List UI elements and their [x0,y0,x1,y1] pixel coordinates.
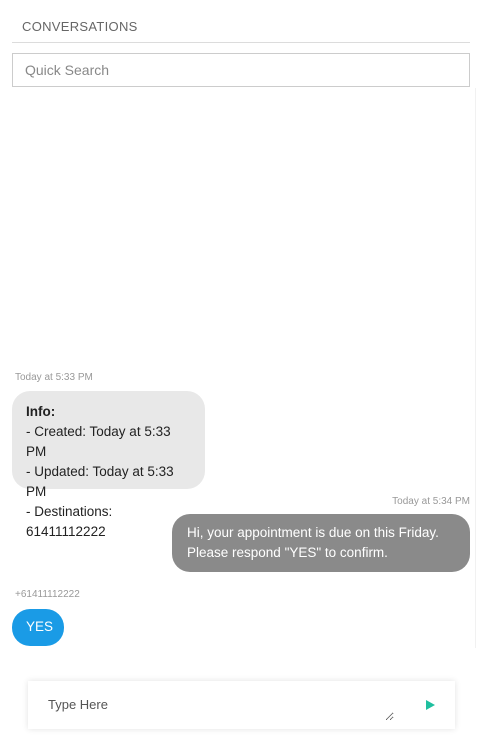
panel-title: CONVERSATIONS [22,19,138,34]
panel-header: CONVERSATIONS [12,0,470,43]
outgoing-message-bubble: Hi, your appointment is due on this Frid… [172,514,470,572]
incoming-message-bubble: YES [12,609,64,646]
conversations-panel: CONVERSATIONS Today at 5:33 PM Info: - C… [0,0,482,741]
message-input[interactable] [36,687,394,721]
send-icon [426,700,435,710]
message-sender: +61411112222 [15,589,80,600]
outgoing-message-line: Hi, your appointment is due on this Frid… [187,525,439,540]
scroll-track [475,88,476,648]
outgoing-message-line: Please respond "YES" to confirm. [187,545,388,560]
info-message-bubble: Info: - Created: Today at 5:33 PM - Upda… [12,391,205,539]
incoming-message-text: YES [26,619,54,634]
quick-search-input[interactable] [12,53,470,87]
info-line-updated: - Updated: Today at 5:33 PM [26,464,174,499]
info-line-destinations: - Destinations: 61411112222 [26,504,113,539]
message-timestamp: Today at 5:34 PM [392,496,470,507]
info-title: Info: [26,404,56,419]
send-button[interactable] [420,695,440,715]
message-composer [28,681,455,729]
info-line-created: - Created: Today at 5:33 PM [26,424,171,459]
message-timestamp: Today at 5:33 PM [15,372,93,383]
